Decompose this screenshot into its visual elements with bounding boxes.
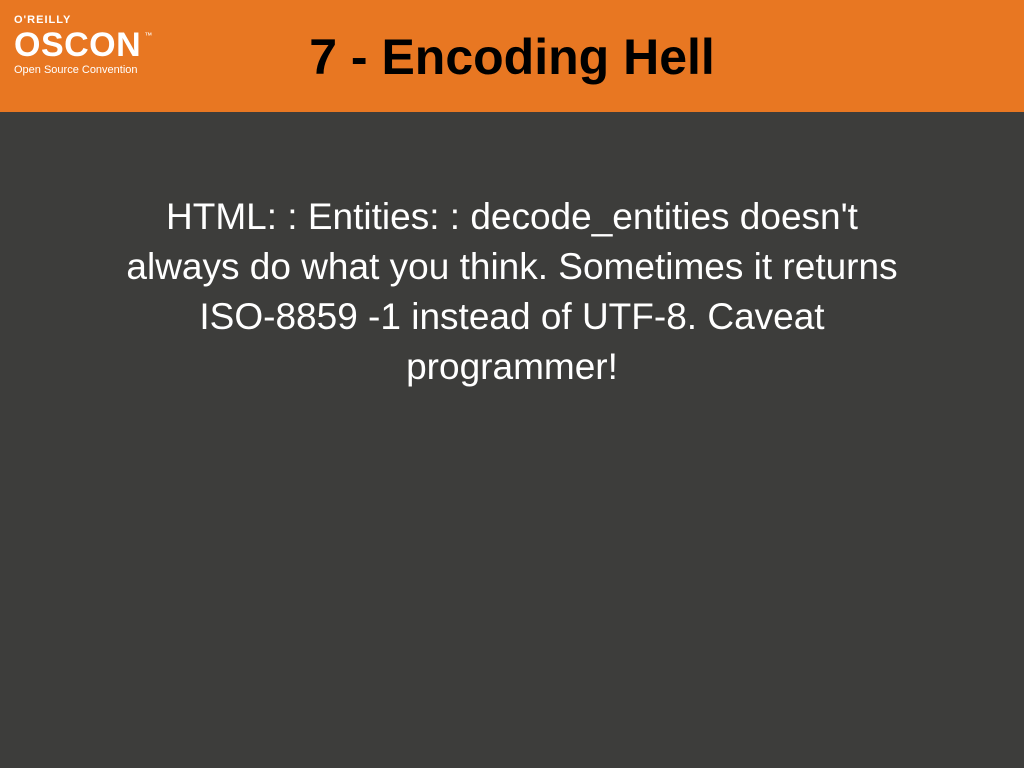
publisher-label: O'REILLY — [14, 14, 153, 26]
body-paragraph: HTML: : Entities: : decode_entities does… — [110, 192, 914, 392]
slide-title: 7 - Encoding Hell — [0, 28, 1024, 86]
slide-body: HTML: : Entities: : decode_entities does… — [0, 112, 1024, 392]
slide-header: O'REILLY OSCON ™ Open Source Convention … — [0, 0, 1024, 112]
